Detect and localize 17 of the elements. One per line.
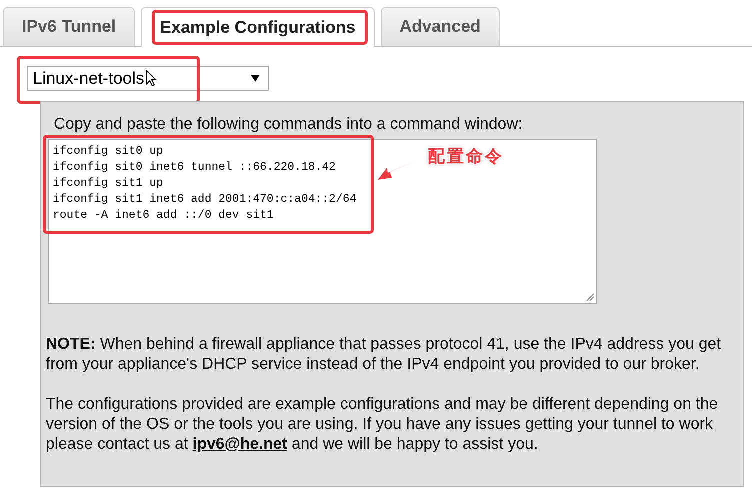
- command-line: route -A inet6 add ::/0 dev sit1: [53, 208, 274, 224]
- tab[interactable]: Example Configurations: [141, 7, 375, 47]
- annotation-label: 配置命令: [428, 146, 504, 168]
- command-line: ifconfig sit1 inet6 add 2001:470:c:a04::2/64: [53, 192, 357, 208]
- tab[interactable]: Advanced: [380, 7, 500, 46]
- command-line: ifconfig sit0 up: [53, 144, 164, 160]
- tab[interactable]: IPv6 Tunnel: [3, 7, 136, 46]
- cursor-icon: [146, 70, 157, 87]
- command-line: ifconfig sit1 up: [53, 176, 164, 192]
- command-line: ifconfig sit0 inet6 tunnel ::66.220.18.42: [53, 160, 336, 176]
- disclaimer-text: The configurations provided are example configurations and may be different depending on the version of the OS or the tools you are using. If you have any issues getting your tunnel to work please contact us at ipv6@he.net and we will be happy to assist you.: [46, 395, 720, 455]
- dropdown[interactable]: Linux-net-tools: [27, 66, 269, 91]
- email-link[interactable]: ipv6@he.net: [192, 436, 288, 453]
- note-text: NOTE: When behind a firewall appliance that passes protocol 41, use the IPv4 address you get from your appliance's DHCP service instead of the IPv4 endpoint you provided to our broker.: [46, 335, 722, 375]
- caret-icon: [251, 75, 260, 82]
- resize-grip-icon[interactable]: [586, 293, 594, 301]
- instruction-text: Copy and paste the following commands into a command window:: [54, 115, 524, 135]
